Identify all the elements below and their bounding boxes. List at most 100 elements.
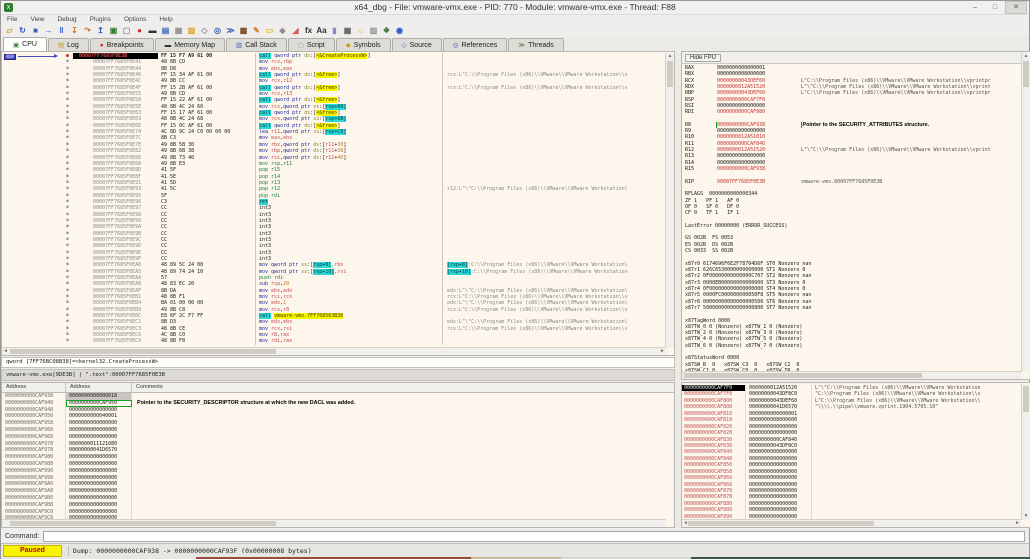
highlight-icon[interactable]: ▮ xyxy=(329,25,340,36)
comment-icon[interactable]: ▭ xyxy=(264,25,275,36)
row-dot-icon[interactable]: ● xyxy=(62,338,73,344)
tab-log[interactable]: ▤ Log xyxy=(47,38,89,51)
close-button[interactable]: ✕ xyxy=(1005,1,1027,14)
bulb-icon[interactable]: ☼ xyxy=(355,25,366,36)
dump-row[interactable]: 0000000000CAF9A0 0000000000000000 xyxy=(2,481,674,489)
dump-row[interactable]: 0000000000CAF9C0 0000000000000000 xyxy=(2,508,674,516)
dump-row[interactable]: 0000000000CAF9B0 0000000000000000 xyxy=(2,494,674,502)
close-process-icon[interactable]: ■ xyxy=(30,25,41,36)
title-bar[interactable]: x x64_dbg - File: vmware-vmx.exe - PID: … xyxy=(1,1,1029,15)
maximize-button[interactable]: □ xyxy=(985,2,1005,13)
function-icon[interactable]: fx xyxy=(303,25,314,36)
table-icon[interactable]: ▦ xyxy=(342,25,353,36)
dump-row[interactable]: 0000000000CAF968 0000000000000000 xyxy=(2,433,674,441)
hide-fpu-button[interactable]: Hide FPU xyxy=(685,53,722,62)
calculator-icon[interactable]: ▩ xyxy=(238,25,249,36)
dump-row[interactable]: 0000000000CAF978 00000000041D6570 xyxy=(2,447,674,455)
register-name: R15 xyxy=(685,166,695,172)
about-icon[interactable]: ◉ xyxy=(394,25,405,36)
dump-row[interactable]: 0000000000CAF980 0000000000000000 xyxy=(2,454,674,461)
memory-map-icon[interactable]: ▬ xyxy=(147,25,158,36)
stack-horizontal-scrollbar[interactable]: ◄ ► xyxy=(682,519,1021,527)
disasm-vertical-scrollbar[interactable]: ▲ xyxy=(665,53,674,348)
dump-row[interactable]: 0000000000CAF9A8 0000000000000000 xyxy=(2,488,674,495)
dump-row[interactable]: 0000000000CAF9B8 0000000000000000 xyxy=(2,501,674,509)
minimize-button[interactable]: – xyxy=(965,2,985,13)
execute-till-return-icon[interactable]: ↥ xyxy=(95,25,106,36)
tab-script[interactable]: ▢ Script xyxy=(287,38,335,51)
dump-horizontal-scrollbar[interactable] xyxy=(2,519,666,527)
dump-pane[interactable]: Address Address Comments 0000000000CAF93… xyxy=(1,382,675,528)
threads-icon[interactable]: ≫ xyxy=(225,25,236,36)
tab-source[interactable]: ◇ Source xyxy=(391,38,442,51)
dump-row[interactable]: 0000000000CAF970 0000000011121080 xyxy=(2,440,674,448)
patch-icon[interactable]: ✎ xyxy=(251,25,262,36)
run-icon[interactable]: → xyxy=(43,25,54,36)
notes-icon[interactable]: ◇ xyxy=(199,25,210,36)
menu-item-help[interactable]: Help xyxy=(158,16,173,23)
eraser-icon[interactable]: ◢ xyxy=(290,25,301,36)
command-input[interactable] xyxy=(43,531,1025,542)
register-value: 0000000000CAF938 xyxy=(717,166,766,172)
dump-value: 0000000000000000 xyxy=(66,406,132,414)
call-stack-icon[interactable]: ▤ xyxy=(160,25,171,36)
shortcuts-icon[interactable]: ▥ xyxy=(368,25,379,36)
tab-memory-map[interactable]: ▬ Memory Map xyxy=(154,38,226,51)
cpu-icon[interactable]: ▣ xyxy=(108,25,119,36)
dump-value: 0000000000000000 xyxy=(66,454,132,461)
tab-symbols[interactable]: ◆ Symbols xyxy=(335,38,391,51)
dump-value: 0000000000000000 xyxy=(66,488,132,495)
menu-item-file[interactable]: File xyxy=(6,16,18,23)
restart-icon[interactable]: ↻ xyxy=(17,25,28,36)
dump-row[interactable]: 0000000000CAF938 0000000000000018 xyxy=(2,393,674,400)
registers-horizontal-scrollbar[interactable] xyxy=(682,371,1022,379)
tab-call-stack[interactable]: ▥ Call Stack xyxy=(226,38,287,51)
dump-row[interactable]: 0000000000CAF960 0000000000000000 xyxy=(2,426,674,434)
tab-label: Log xyxy=(67,41,79,49)
open-file-icon[interactable]: ▱ xyxy=(4,25,15,36)
dump-row[interactable]: 0000000000CAF958 0000000000000000 xyxy=(2,420,674,427)
disasm-row[interactable]: ● 00007FF7685F0EC9 48 8B F8 mov rdi,rax xyxy=(2,338,666,345)
dump-row[interactable]: 0000000000CAF940 0000000000CAF950 Pointer … xyxy=(2,399,674,407)
stack-pane[interactable]: 0000000000CAF7F0 0000000012A51520 L"\"C:\\… xyxy=(681,382,1030,528)
dump-value: 0000000000000000 xyxy=(66,501,132,509)
menu-item-debug[interactable]: Debug xyxy=(56,16,77,23)
tab-references[interactable]: ◎ References xyxy=(442,38,508,51)
tab-cpu[interactable]: ▣ CPU xyxy=(3,37,47,51)
menu-item-view[interactable]: View xyxy=(29,16,45,23)
register-comment: L"C:\\Program Files (x86)\\VMware\\VMwar… xyxy=(801,90,991,97)
registers-vertical-scrollbar[interactable]: ▲ xyxy=(1021,53,1030,371)
dump-row[interactable]: 0000000000CAF950 0000000000040001 xyxy=(2,413,674,421)
tab-threads[interactable]: ≫ Threads xyxy=(508,38,564,51)
breakpoint-icon[interactable]: ● xyxy=(134,25,145,36)
dump-row[interactable]: 0000000000CAF988 0000000000000000 xyxy=(2,460,674,468)
dump-address: 0000000000CAF9C0 xyxy=(2,508,66,516)
menu-item-options[interactable]: Options xyxy=(123,16,147,23)
disasm-bytes: 48 8B F8 xyxy=(161,338,186,345)
registers-pane[interactable]: Hide FPU RAX 0000000000000001 RBX 000000000… xyxy=(681,51,1030,380)
dump-comment xyxy=(132,434,674,441)
log-icon[interactable]: ▧ xyxy=(186,25,197,36)
dump-row[interactable]: 0000000000CAF998 0000000000000000 xyxy=(2,474,674,482)
dump-row[interactable]: 0000000000CAF948 0000000000000000 xyxy=(2,406,674,414)
step-over-icon[interactable]: ↷ xyxy=(82,25,93,36)
menu-item-plugins[interactable]: Plugins xyxy=(89,16,112,23)
edit-icon[interactable]: ▢ xyxy=(121,25,132,36)
tab-breakpoints[interactable]: ● Breakpoints xyxy=(89,38,154,51)
stack-vertical-scrollbar[interactable]: ▼ xyxy=(1021,384,1030,520)
tab-label: CPU xyxy=(22,41,37,48)
windows-icon[interactable]: ▦ xyxy=(173,25,184,36)
font-icon[interactable]: Aa xyxy=(316,25,327,36)
memory-map-icon: ▬ xyxy=(164,41,172,49)
disasm-horizontal-scrollbar[interactable]: ◄ ► xyxy=(2,347,666,355)
bookmark-icon[interactable]: ◆ xyxy=(277,25,288,36)
pause-icon[interactable]: ‖ xyxy=(56,25,67,36)
search-icon[interactable]: ◎ xyxy=(212,25,223,36)
register-comment: L"C:\\Program Files (x86)\\VMware\\VMwar… xyxy=(801,77,991,84)
disassembly-pane[interactable]: RIP ● 00007FF7685F0E3B FF 15 F7 A9 61 00 cal… xyxy=(1,51,675,356)
dump-value: 0000000000000000 xyxy=(66,508,132,516)
plugins-icon[interactable]: ❖ xyxy=(381,25,392,36)
step-into-icon[interactable]: ↧ xyxy=(69,25,80,36)
register-name: RIP xyxy=(685,178,695,185)
dump-row[interactable]: 0000000000CAF990 0000000000000000 xyxy=(2,467,674,475)
